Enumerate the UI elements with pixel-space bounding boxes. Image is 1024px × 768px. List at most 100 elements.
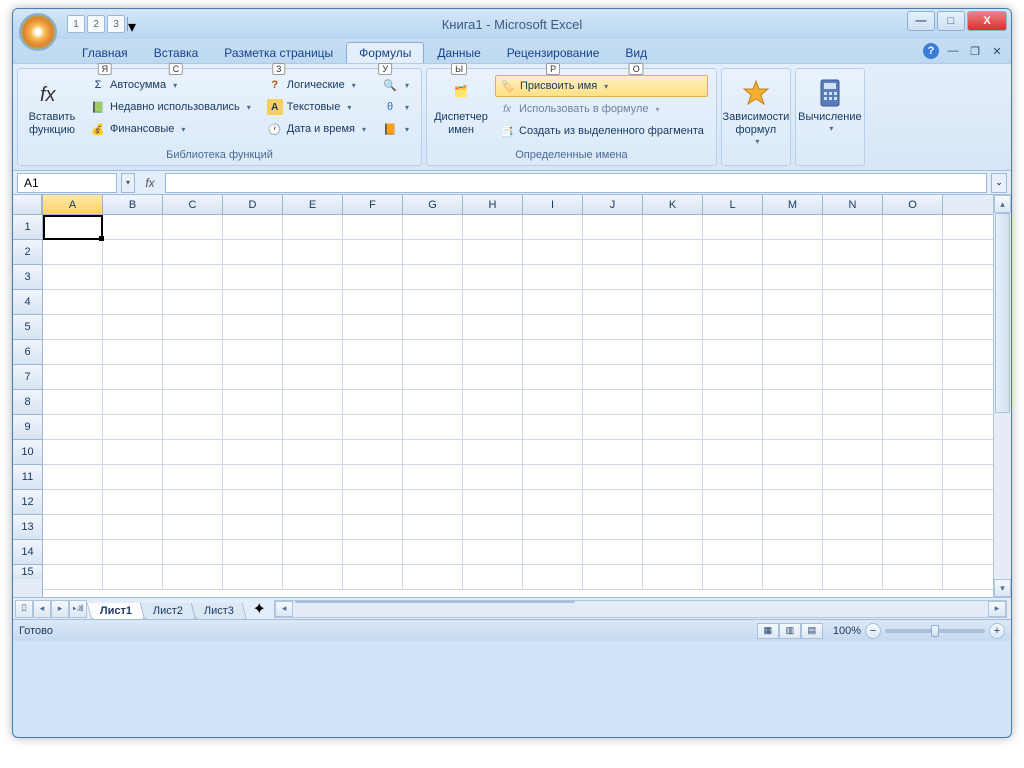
cell[interactable] [643, 565, 703, 590]
cell[interactable] [223, 290, 283, 315]
datetime-button[interactable]: 🕐Дата и время [263, 119, 370, 139]
cell[interactable] [523, 215, 583, 240]
cell[interactable] [403, 440, 463, 465]
column-header[interactable]: B [103, 195, 163, 214]
vertical-scrollbar[interactable]: ▴ ▾ [993, 195, 1011, 597]
cell[interactable] [403, 240, 463, 265]
cell[interactable] [703, 265, 763, 290]
cell[interactable] [103, 515, 163, 540]
tab-formulas[interactable]: ФормулыУ [346, 42, 424, 63]
cell[interactable] [643, 515, 703, 540]
cell[interactable] [43, 240, 103, 265]
cell[interactable] [583, 265, 643, 290]
cell[interactable] [523, 390, 583, 415]
lookup-button[interactable]: 🔍 [378, 75, 413, 95]
cell[interactable] [523, 490, 583, 515]
cell[interactable] [463, 340, 523, 365]
cell[interactable] [943, 215, 993, 240]
cell[interactable] [283, 440, 343, 465]
cell[interactable] [523, 240, 583, 265]
calculation-button[interactable]: Вычисление [800, 73, 860, 138]
cell[interactable] [163, 390, 223, 415]
tab-home[interactable]: ГлавнаяЯ [69, 42, 141, 63]
cell[interactable] [883, 540, 943, 565]
cell[interactable] [283, 340, 343, 365]
scroll-right-button[interactable]: ▸ [988, 601, 1006, 617]
cell[interactable] [943, 490, 993, 515]
cell[interactable] [403, 315, 463, 340]
cell[interactable] [943, 540, 993, 565]
cell[interactable] [703, 565, 763, 590]
view-break-button[interactable]: ▤ [801, 623, 823, 639]
cell[interactable] [883, 490, 943, 515]
cell[interactable] [823, 465, 883, 490]
cell[interactable] [823, 390, 883, 415]
cell[interactable] [43, 415, 103, 440]
cell[interactable] [643, 365, 703, 390]
cell[interactable] [43, 515, 103, 540]
tab-data[interactable]: ДанныеЫ [424, 42, 493, 63]
row-header[interactable]: 8 [13, 390, 42, 415]
cell[interactable] [403, 365, 463, 390]
cell[interactable] [163, 290, 223, 315]
cell[interactable] [583, 290, 643, 315]
cell[interactable] [823, 215, 883, 240]
cell[interactable] [943, 440, 993, 465]
column-header[interactable]: E [283, 195, 343, 214]
cell[interactable] [643, 290, 703, 315]
column-header[interactable]: D [223, 195, 283, 214]
cell[interactable] [103, 340, 163, 365]
cell[interactable] [763, 315, 823, 340]
cell[interactable] [763, 390, 823, 415]
cell[interactable] [223, 440, 283, 465]
cell[interactable] [103, 415, 163, 440]
cell[interactable] [463, 290, 523, 315]
cell[interactable] [463, 565, 523, 590]
cell[interactable] [823, 440, 883, 465]
cell[interactable] [523, 465, 583, 490]
cell[interactable] [943, 365, 993, 390]
new-sheet-button[interactable]: ✦ [248, 599, 270, 619]
cell[interactable] [583, 240, 643, 265]
help-icon[interactable]: ? [923, 43, 939, 59]
column-header[interactable]: H [463, 195, 523, 214]
row-header[interactable]: 7 [13, 365, 42, 390]
cell[interactable] [403, 340, 463, 365]
cell[interactable] [943, 340, 993, 365]
cell[interactable] [703, 215, 763, 240]
cell[interactable] [43, 465, 103, 490]
cell[interactable] [703, 415, 763, 440]
cell[interactable] [763, 290, 823, 315]
cell[interactable] [103, 290, 163, 315]
cell[interactable] [463, 440, 523, 465]
cell[interactable] [343, 290, 403, 315]
cell[interactable] [703, 315, 763, 340]
cell[interactable] [883, 240, 943, 265]
row-header[interactable]: 1 [13, 215, 42, 240]
cell[interactable] [643, 215, 703, 240]
cell[interactable] [163, 415, 223, 440]
doc-minimize-button[interactable]: — [945, 43, 961, 59]
cell[interactable] [763, 240, 823, 265]
qat-dropdown[interactable]: ▾ [127, 17, 137, 31]
cell[interactable] [583, 490, 643, 515]
cell[interactable] [703, 290, 763, 315]
cell[interactable] [43, 440, 103, 465]
cell[interactable] [103, 240, 163, 265]
cell[interactable] [583, 315, 643, 340]
cell[interactable] [403, 265, 463, 290]
cell[interactable] [463, 215, 523, 240]
cell[interactable] [463, 490, 523, 515]
cell[interactable] [883, 365, 943, 390]
cell[interactable] [283, 565, 343, 590]
zoom-out-button[interactable]: − [865, 623, 881, 639]
column-header[interactable]: M [763, 195, 823, 214]
text-button[interactable]: AТекстовые [263, 97, 370, 117]
cells-area[interactable] [43, 215, 993, 590]
cell[interactable] [163, 315, 223, 340]
column-header[interactable]: I [523, 195, 583, 214]
cell[interactable] [583, 540, 643, 565]
cell[interactable] [523, 565, 583, 590]
cell[interactable] [703, 465, 763, 490]
cell[interactable] [163, 215, 223, 240]
